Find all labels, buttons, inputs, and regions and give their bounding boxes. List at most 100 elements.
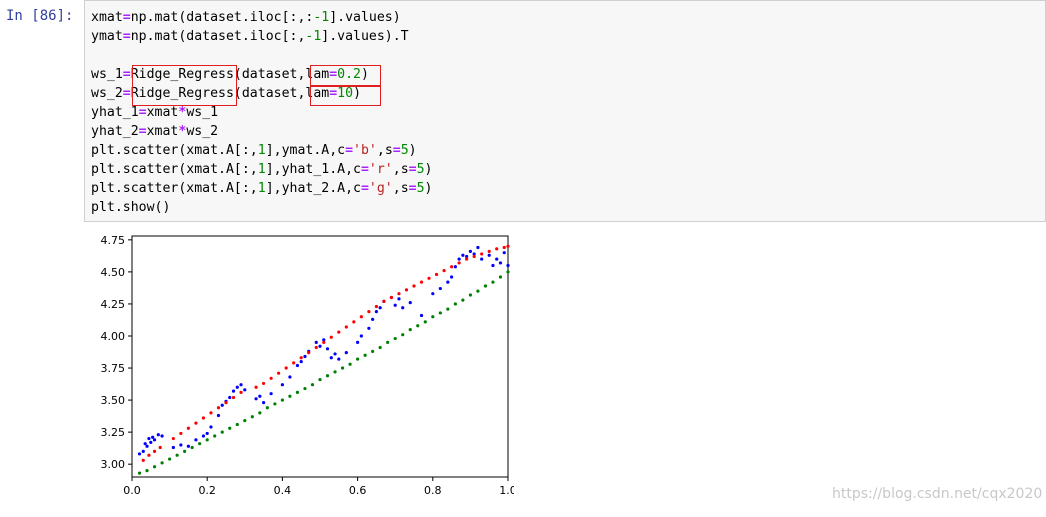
code-token: np.mat(dataset.iloc[:,:: [130, 10, 314, 25]
code-token: 'g': [368, 181, 393, 196]
scatter-point: [465, 257, 469, 261]
code-line: yhat_2=xmat*ws_2: [91, 122, 433, 141]
scatter-point: [179, 443, 183, 447]
scatter-point: [476, 245, 480, 250]
scatter-point: [446, 307, 450, 311]
scatter-point: [205, 431, 209, 436]
scatter-point: [307, 351, 311, 355]
code-token: 'r': [368, 162, 393, 177]
code-token: =: [408, 162, 417, 177]
scatter-point: [374, 304, 378, 309]
x-tick-label: 0.6: [349, 484, 367, 497]
scatter-point: [468, 293, 472, 297]
scatter-point: [314, 345, 318, 350]
code-line: plt.show(): [91, 198, 433, 217]
scatter-point: [329, 335, 333, 339]
scatter-point: [371, 317, 375, 321]
y-tick-label: 4.75: [101, 234, 126, 247]
code-token: -1: [305, 29, 322, 44]
scatter-point: [487, 249, 491, 253]
scatter-point: [194, 421, 198, 425]
code-token: yhat_1: [91, 105, 139, 120]
code-token: plt.scatter(xmat.A[:,: [91, 143, 258, 158]
code-token: ].values): [329, 10, 401, 25]
code-token: ws_2: [91, 86, 123, 101]
x-tick-label: 0.2: [198, 484, 216, 497]
scatter-point: [284, 366, 288, 370]
scatter-point: [333, 352, 337, 356]
scatter-point: [231, 389, 236, 393]
scatter-point: [480, 252, 484, 256]
scatter-point: [216, 406, 221, 410]
code-line: plt.scatter(xmat.A[:,1],ymat.A,c='b',s=5…: [91, 141, 433, 160]
scatter-point: [408, 327, 412, 332]
scatter-point: [151, 435, 155, 439]
scatter-point: [243, 418, 247, 423]
code-token: =: [122, 29, 131, 44]
scatter-point: [194, 438, 198, 442]
code-editor[interactable]: xmat=np.mat(dataset.iloc[:,:-1].values) y…: [91, 8, 433, 217]
scatter-point: [419, 280, 424, 284]
y-tick-label: 4.50: [101, 266, 126, 279]
scatter-point: [262, 381, 266, 386]
scatter-point: [228, 395, 232, 400]
code-token: plt.scatter(xmat.A[:,: [91, 181, 258, 196]
scatter-point: [295, 363, 300, 368]
scatter-point: [147, 436, 151, 441]
scatter-point: [190, 445, 194, 450]
scatter-point: [367, 310, 371, 314]
scatter-point: [382, 299, 386, 303]
scatter-point: [325, 374, 330, 378]
scatter-point: [224, 401, 228, 405]
scatter-point: [160, 434, 164, 438]
scatter-point: [374, 310, 378, 314]
scatter-point: [269, 392, 273, 396]
code-token: ,s: [392, 181, 409, 196]
scatter-point: [356, 340, 360, 344]
scatter-point: [472, 254, 476, 259]
scatter-point: [254, 397, 258, 401]
scatter-point: [356, 357, 360, 361]
scatter-point: [442, 269, 446, 273]
scatter-point: [487, 253, 491, 257]
code-token: ],yhat_2.A,c: [265, 181, 361, 196]
code-token: 1: [257, 143, 266, 158]
scatter-point: [438, 286, 442, 291]
scatter-point: [318, 377, 322, 382]
scatter-point: [239, 383, 243, 387]
scatter-point: [434, 272, 439, 277]
scatter-point: [303, 354, 307, 359]
scatter-point: [295, 390, 300, 394]
scatter-point: [209, 411, 213, 415]
scatter-point: [329, 356, 333, 360]
scatter-point: [280, 383, 284, 387]
code-token: ws_2: [186, 124, 219, 139]
scatter-point: [371, 349, 375, 353]
code-token: 5: [416, 181, 425, 196]
scatter-point: [277, 371, 281, 375]
code-token: ],ymat.A,c: [265, 143, 346, 158]
scatter-point: [495, 247, 499, 251]
code-line: xmat=np.mat(dataset.iloc[:,:-1].values): [91, 8, 433, 27]
code-token: 1: [257, 181, 266, 196]
code-token: xmat: [91, 10, 123, 25]
scatter-point: [401, 333, 405, 337]
scatter-point: [419, 313, 424, 318]
scatter-point: [288, 375, 292, 379]
scatter-point: [243, 388, 247, 392]
scatter-point: [145, 444, 149, 448]
scatter-point: [450, 265, 454, 269]
plot-frame: [131, 235, 509, 478]
scatter-point: [201, 434, 206, 438]
code-cell[interactable]: xmat=np.mat(dataset.iloc[:,:-1].values) y…: [84, 0, 1046, 222]
scatter-point: [141, 449, 145, 453]
scatter-point: [258, 394, 262, 398]
code-token: -1: [313, 10, 330, 25]
code-line: ymat=np.mat(dataset.iloc[:,-1].values).T: [91, 27, 433, 46]
scatter-point: [235, 385, 239, 389]
scatter-point: [288, 394, 292, 398]
watermark: https://blog.csdn.net/cqx2020: [832, 486, 1043, 502]
scatter-point: [506, 270, 510, 274]
scatter-point: [378, 345, 382, 350]
code-token: np.mat(dataset.iloc[:,: [130, 29, 306, 44]
